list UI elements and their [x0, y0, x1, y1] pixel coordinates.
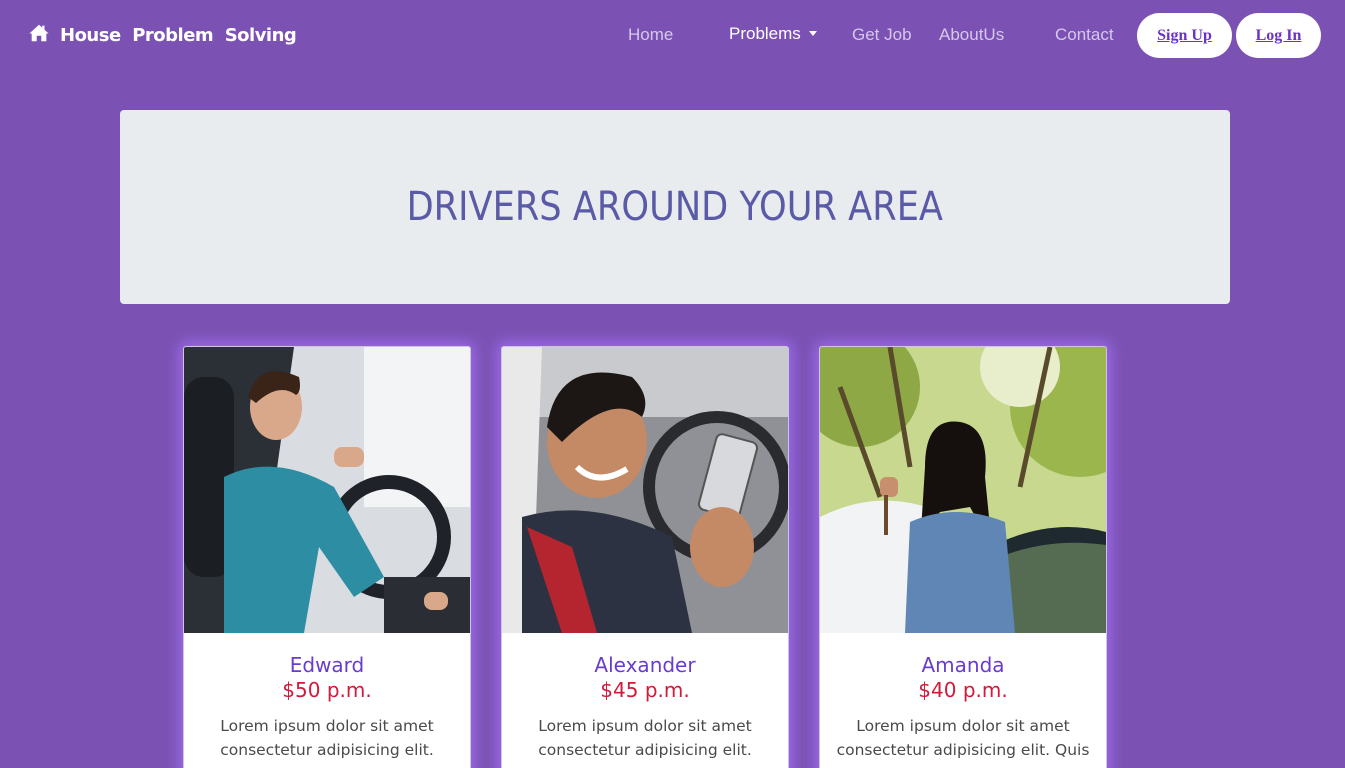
- driver-name: Edward: [289, 653, 365, 677]
- nav-aboutus[interactable]: AboutUs: [939, 25, 1004, 45]
- brand-title: House Problem Solving: [60, 25, 297, 46]
- driver-price: $45 p.m.: [600, 678, 690, 702]
- nav-home[interactable]: Home: [628, 25, 673, 45]
- driver-name: Alexander: [594, 653, 696, 677]
- nav-problems-dropdown[interactable]: Problems: [729, 24, 817, 44]
- navbar: House Problem Solving Home Problems Get …: [0, 0, 1345, 70]
- driver-photo: [502, 347, 788, 633]
- nav-contact[interactable]: Contact: [1055, 25, 1114, 45]
- driver-card[interactable]: Alexander $45 p.m. Lorem ipsum dolor sit…: [501, 346, 789, 768]
- log-in-button[interactable]: Log In: [1236, 13, 1321, 58]
- nav-get-job[interactable]: Get Job: [852, 25, 912, 45]
- caret-down-icon: [808, 30, 817, 36]
- hero-title: DRIVERS AROUND YOUR AREA: [406, 184, 944, 230]
- driver-card[interactable]: Amanda $40 p.m. Lorem ipsum dolor sit am…: [819, 346, 1107, 768]
- nav-problems-label: Problems: [729, 24, 801, 43]
- driver-description: Lorem ipsum dolor sit amet consectetur a…: [220, 717, 434, 759]
- home-icon: [28, 22, 50, 49]
- driver-description: Lorem ipsum dolor sit amet consectetur a…: [538, 717, 752, 768]
- driver-name: Amanda: [921, 653, 1005, 677]
- sign-up-button[interactable]: Sign Up: [1137, 13, 1232, 58]
- driver-photo: [820, 347, 1106, 633]
- driver-price: $40 p.m.: [918, 678, 1008, 702]
- driver-photo: [184, 347, 470, 633]
- driver-card[interactable]: Edward $50 p.m. Lorem ipsum dolor sit am…: [183, 346, 471, 768]
- driver-description: Lorem ipsum dolor sit amet consectetur a…: [836, 717, 1090, 759]
- hero-banner: DRIVERS AROUND YOUR AREA: [120, 110, 1230, 304]
- driver-price: $50 p.m.: [282, 678, 372, 702]
- brand-link[interactable]: House Problem Solving: [28, 22, 297, 49]
